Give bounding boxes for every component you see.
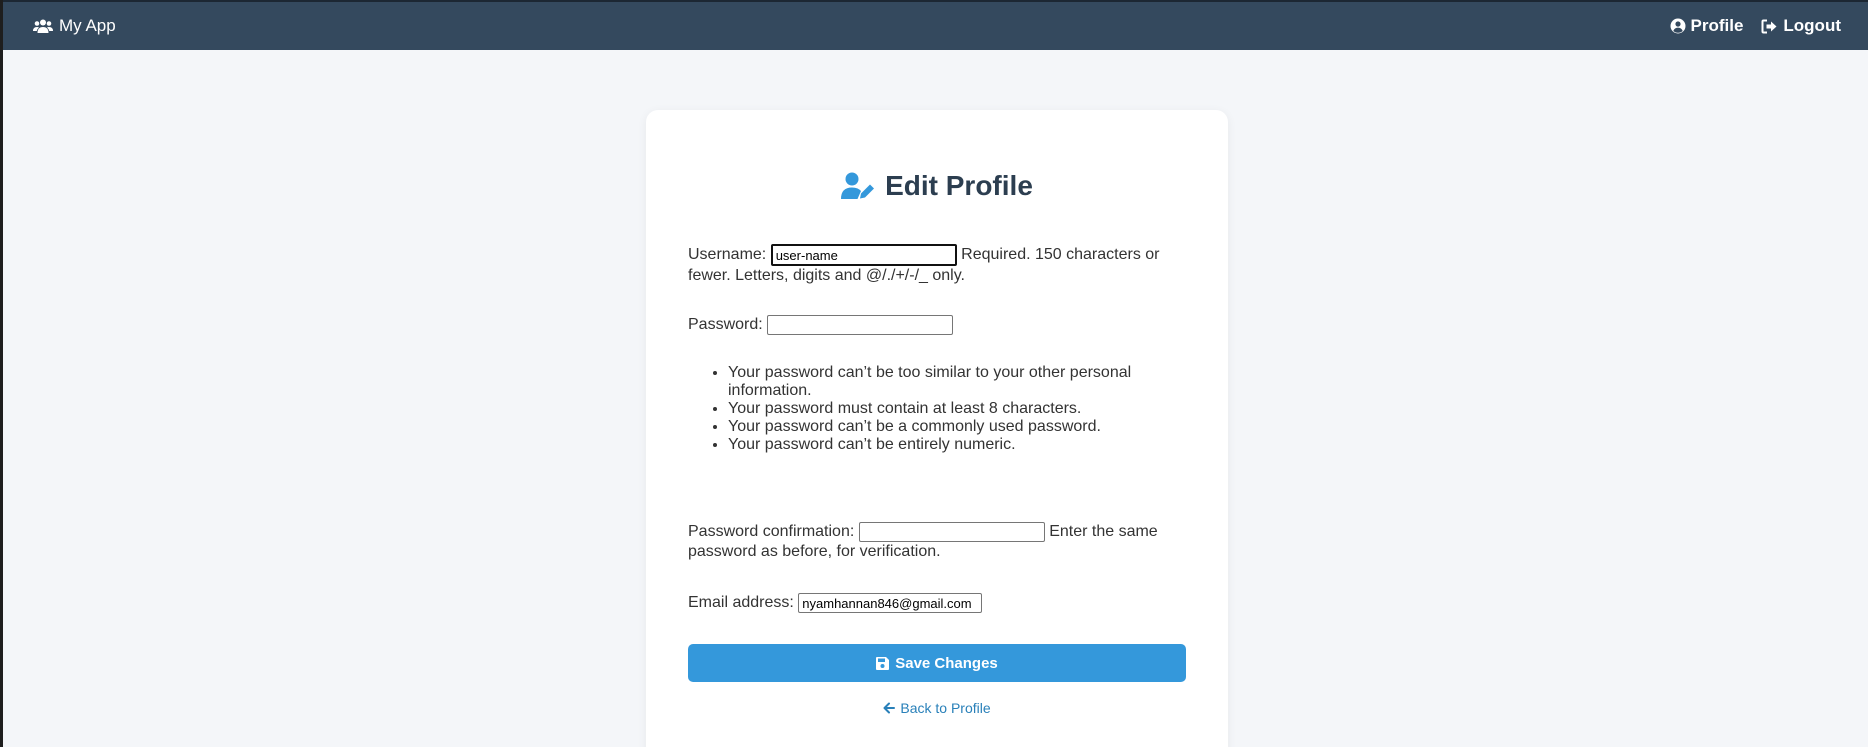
back-to-profile-link[interactable]: Back to Profile bbox=[646, 700, 1228, 716]
page-title: Edit Profile bbox=[646, 170, 1228, 202]
user-circle-icon bbox=[1670, 18, 1686, 34]
password-confirmation-input[interactable] bbox=[858, 522, 1045, 542]
back-to-profile-label: Back to Profile bbox=[900, 700, 991, 716]
user-edit-icon bbox=[841, 172, 875, 200]
logout-link[interactable]: Logout bbox=[1761, 16, 1841, 36]
sign-out-icon bbox=[1761, 19, 1778, 34]
users-icon bbox=[33, 19, 53, 34]
save-changes-label: Save Changes bbox=[895, 654, 998, 672]
edit-profile-card: Edit Profile Username: Required. 150 cha… bbox=[646, 110, 1228, 747]
password-input[interactable] bbox=[767, 315, 954, 335]
username-field: Username: Required. 150 characters or fe… bbox=[688, 244, 1188, 286]
password-rule: Your password can’t be a commonly used p… bbox=[728, 418, 1198, 436]
password-rules: Your password can’t be too similar to yo… bbox=[688, 364, 1198, 454]
arrow-left-icon bbox=[883, 702, 896, 714]
password-rule: Your password must contain at least 8 ch… bbox=[728, 400, 1198, 418]
brand-link[interactable]: My App bbox=[33, 2, 116, 50]
username-label: Username: bbox=[688, 246, 767, 264]
email-field: Email address: bbox=[688, 593, 1188, 613]
top-navbar: My App Profile Logout bbox=[3, 0, 1868, 50]
logout-link-label: Logout bbox=[1783, 16, 1841, 35]
user-nav: Profile Logout bbox=[1670, 2, 1841, 50]
page-title-text: Edit Profile bbox=[885, 170, 1033, 201]
profile-link[interactable]: Profile bbox=[1670, 16, 1744, 36]
brand-name: My App bbox=[59, 16, 116, 35]
email-label: Email address: bbox=[688, 594, 794, 612]
password-field: Password: bbox=[688, 315, 1188, 335]
password-label: Password: bbox=[688, 316, 763, 334]
password-rule: Your password can’t be entirely numeric. bbox=[728, 436, 1198, 454]
password-rule: Your password can’t be too similar to yo… bbox=[728, 364, 1198, 400]
floppy-disk-icon bbox=[876, 656, 890, 670]
save-changes-button[interactable]: Save Changes bbox=[688, 644, 1186, 682]
username-input[interactable] bbox=[770, 244, 957, 266]
password-confirmation-label: Password confirmation: bbox=[688, 523, 855, 541]
profile-link-label: Profile bbox=[1690, 16, 1744, 35]
password-confirmation-field: Password confirmation: Enter the same pa… bbox=[688, 522, 1188, 562]
email-input[interactable] bbox=[798, 593, 983, 613]
